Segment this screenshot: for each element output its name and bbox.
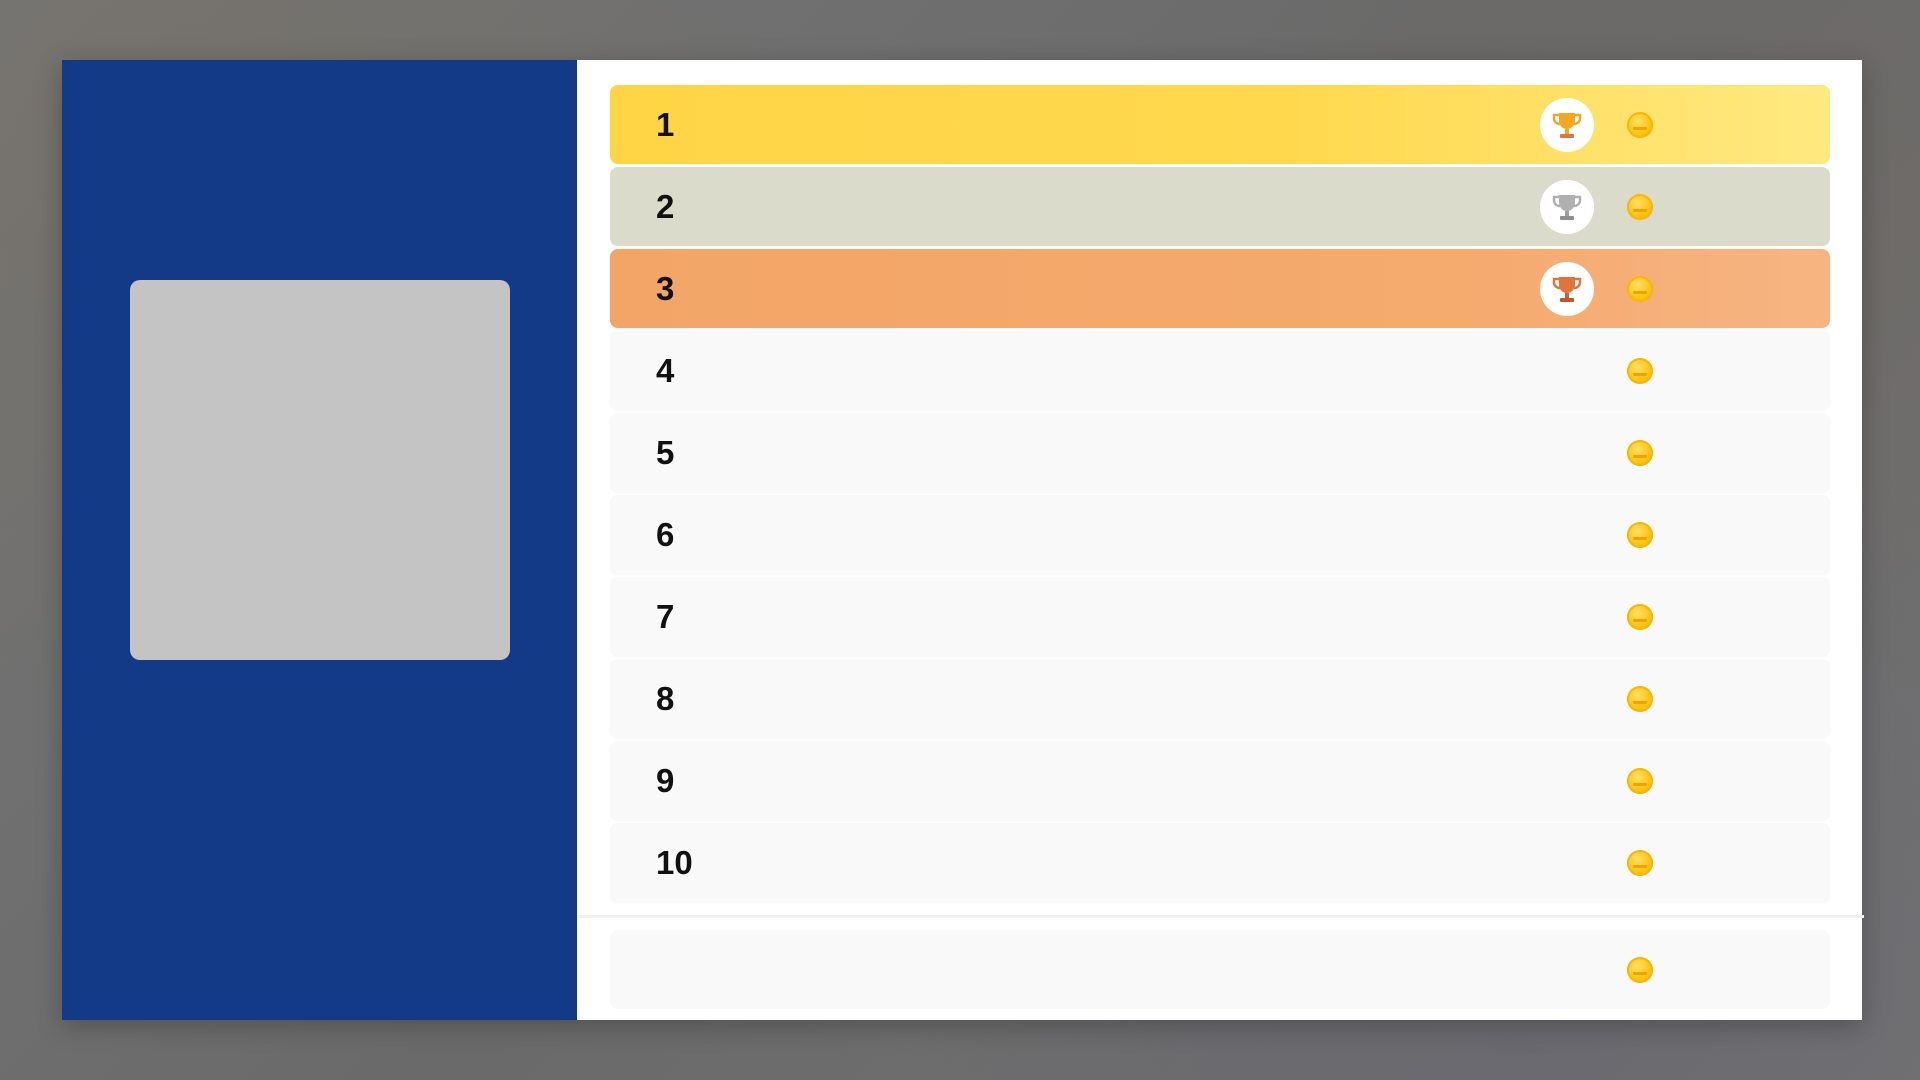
rank-label: 6	[656, 516, 675, 553]
gold-trophy-icon	[1540, 98, 1594, 152]
profile-pane	[62, 60, 577, 1020]
coin-icon	[1627, 522, 1653, 548]
current-player-row[interactable]	[610, 930, 1830, 1009]
leaderboard-row-3[interactable]: 3	[610, 249, 1830, 328]
rank-label: 2	[656, 188, 675, 225]
leaderboard-panel: 1 2 3 4 5 6 7 8 9 10	[62, 60, 1864, 1020]
coin-icon	[1627, 276, 1653, 302]
coin-icon	[1627, 686, 1653, 712]
leaderboard-row-8[interactable]: 8	[610, 659, 1830, 738]
coin-icon	[1627, 957, 1653, 983]
coin-icon	[1627, 112, 1653, 138]
rank-label: 3	[656, 270, 675, 307]
coin-icon	[1627, 440, 1653, 466]
leaderboard-row-1[interactable]: 1	[610, 85, 1830, 164]
leaderboard-row-6[interactable]: 6	[610, 495, 1830, 574]
leaderboard-row-2[interactable]: 2	[610, 167, 1830, 246]
leaderboard-pane: 1 2 3 4 5 6 7 8 9 10	[577, 60, 1864, 1020]
rank-label: 5	[656, 434, 675, 471]
rank-label: 9	[656, 762, 675, 799]
divider	[577, 915, 1864, 918]
leaderboard-row-4[interactable]: 4	[610, 331, 1830, 410]
coin-icon	[1627, 768, 1653, 794]
avatar-placeholder	[130, 280, 510, 660]
coin-icon	[1627, 358, 1653, 384]
rank-label: 8	[656, 680, 675, 717]
leaderboard-row-9[interactable]: 9	[610, 741, 1830, 820]
rank-label: 7	[656, 598, 675, 635]
leaderboard-row-5[interactable]: 5	[610, 413, 1830, 492]
coin-icon	[1627, 194, 1653, 220]
bronze-trophy-icon	[1540, 262, 1594, 316]
leaderboard-row-10[interactable]: 10	[610, 823, 1830, 902]
rank-label: 10	[656, 844, 693, 881]
rank-label: 4	[656, 352, 675, 389]
coin-icon	[1627, 850, 1653, 876]
rank-label: 1	[656, 106, 675, 143]
leaderboard-row-7[interactable]: 7	[610, 577, 1830, 656]
leaderboard-list: 1 2 3 4 5 6 7 8 9 10	[610, 85, 1830, 905]
silver-trophy-icon	[1540, 180, 1594, 234]
coin-icon	[1627, 604, 1653, 630]
